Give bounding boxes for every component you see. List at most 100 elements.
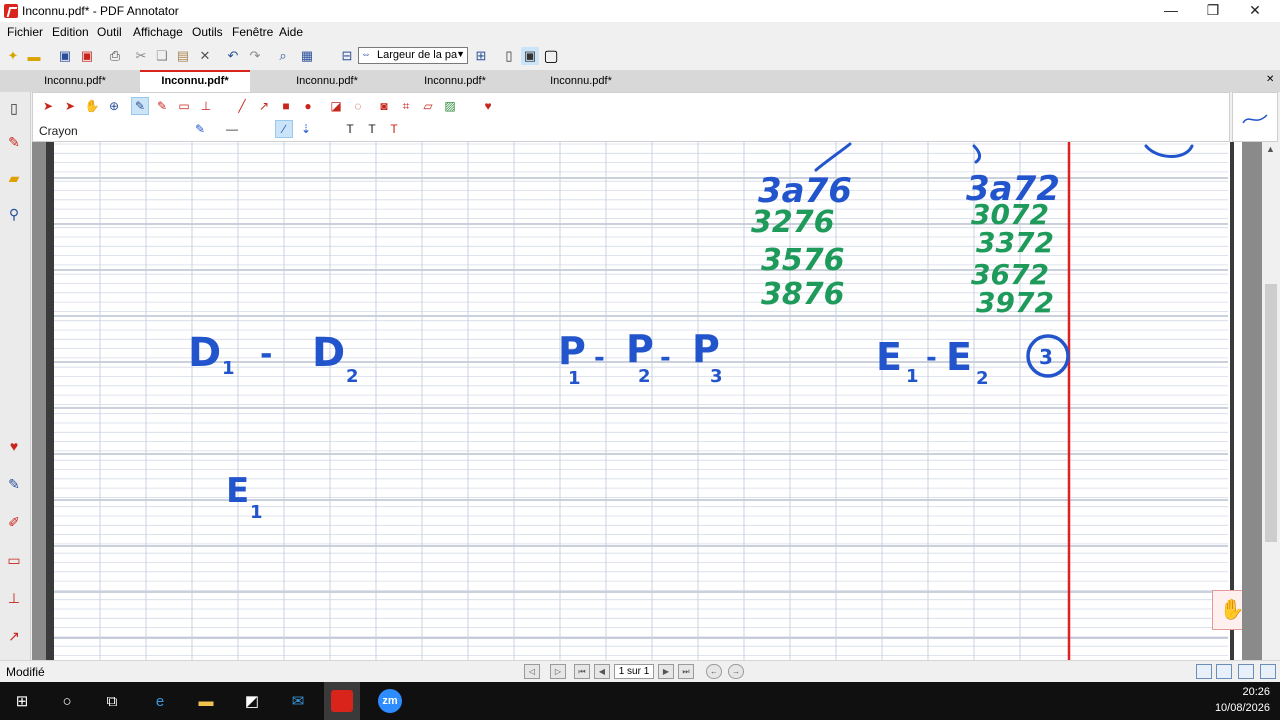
redo-icon[interactable]: ↷ bbox=[246, 47, 264, 65]
copy-icon[interactable]: ❏ bbox=[153, 47, 171, 65]
last-page-icon[interactable]: ⏭ bbox=[678, 664, 694, 679]
highlighter-tool-icon[interactable]: ✐ bbox=[4, 512, 24, 532]
tabs-scroll-right-icon[interactable]: ✕ bbox=[1266, 74, 1274, 85]
eraser-icon[interactable]: ◪ bbox=[327, 97, 345, 115]
zoom-app-icon[interactable]: zm bbox=[378, 689, 402, 713]
crop-icon[interactable]: ⌗ bbox=[397, 97, 415, 115]
hand-tool-overlay-icon[interactable]: ✋ bbox=[1212, 590, 1242, 630]
minimize-button[interactable]: — bbox=[1148, 0, 1194, 22]
mail-icon[interactable]: ✉ bbox=[286, 689, 310, 713]
close-button[interactable]: ✕ bbox=[1232, 0, 1278, 22]
delete-icon[interactable]: ✕ bbox=[196, 47, 214, 65]
scroll-up-icon[interactable]: ▲ bbox=[1266, 144, 1275, 154]
zoom-select[interactable]: ⇔ Largeur de la page ▼ bbox=[358, 47, 468, 64]
edge-browser-icon[interactable]: e bbox=[148, 689, 172, 713]
hand-tool-icon[interactable]: ✋ bbox=[83, 97, 101, 115]
pen-color-icon[interactable]: ✎ bbox=[191, 120, 209, 138]
find-icon[interactable]: ⌕ bbox=[274, 47, 292, 65]
marker-icon[interactable]: ✎ bbox=[153, 97, 171, 115]
arrow-icon[interactable]: ↗ bbox=[255, 97, 273, 115]
properties-icon[interactable]: ▦ bbox=[298, 47, 316, 65]
ink-subscript: 1 bbox=[906, 366, 919, 387]
lasso-icon[interactable]: ◌ bbox=[349, 97, 367, 115]
menu-outils[interactable]: Outils bbox=[192, 25, 223, 39]
pen-icon[interactable]: ✎ bbox=[131, 97, 149, 115]
stamp-tool-icon[interactable]: ⊥ bbox=[4, 588, 24, 608]
select-arrow-icon[interactable]: ➤ bbox=[39, 97, 57, 115]
cut-icon[interactable]: ✂ bbox=[132, 47, 150, 65]
annotations-panel-icon[interactable]: ✎ bbox=[4, 132, 24, 152]
arrow-tool-icon[interactable]: ↗ bbox=[4, 626, 24, 646]
zoom-in-icon[interactable]: ⊞ bbox=[472, 47, 490, 65]
tab-document-2[interactable]: Inconnu.pdf* bbox=[140, 70, 250, 94]
previous-page-icon[interactable]: ◀ bbox=[594, 664, 610, 679]
line-style-icon[interactable]: — bbox=[223, 120, 241, 138]
pen-tool-icon[interactable]: ✎ bbox=[4, 474, 24, 494]
vertical-scrollbar[interactable]: ▲ bbox=[1262, 142, 1280, 660]
smooth-stroke-icon[interactable]: ∕ bbox=[275, 120, 293, 138]
maximize-button[interactable]: ❐ bbox=[1190, 0, 1236, 22]
page-indicator[interactable]: 1 sur 1 bbox=[614, 664, 654, 679]
pdf-page[interactable]: 3a76 3a72 3276 3576 3876 3072 3372 3672 … bbox=[46, 142, 1242, 660]
task-view-icon[interactable]: ⧉ bbox=[100, 689, 124, 713]
new-document-icon[interactable]: ✦ bbox=[4, 47, 22, 65]
first-page-icon[interactable]: ⏮ bbox=[574, 664, 590, 679]
paste-icon[interactable]: ▤ bbox=[174, 47, 192, 65]
windows-start-icon[interactable]: ⊞ bbox=[10, 689, 34, 713]
scrollbar-thumb[interactable] bbox=[1265, 284, 1277, 542]
single-page-icon[interactable]: ▯ bbox=[500, 47, 518, 65]
attachments-panel-icon[interactable]: ⚲ bbox=[4, 204, 24, 224]
insert-image-icon[interactable]: ▨ bbox=[441, 97, 459, 115]
menu-fenetre[interactable]: Fenêtre bbox=[232, 25, 273, 39]
nav-forward-icon[interactable]: ▷ bbox=[550, 664, 566, 679]
tab-document-4[interactable]: Inconnu.pdf* bbox=[400, 72, 510, 92]
save-icon[interactable]: ▣ bbox=[56, 47, 74, 65]
view-single-icon[interactable] bbox=[1196, 664, 1212, 679]
text-field-icon[interactable]: ▭ bbox=[175, 97, 193, 115]
fullscreen-icon[interactable]: ▢ bbox=[542, 47, 560, 65]
rectangle-icon[interactable]: ■ bbox=[277, 97, 295, 115]
stamp-icon[interactable]: ⊥ bbox=[197, 97, 215, 115]
zoom-out-icon[interactable]: ⊟ bbox=[338, 47, 356, 65]
text-style-1-icon[interactable]: T bbox=[341, 120, 359, 138]
pressure-icon[interactable]: ⇣ bbox=[297, 120, 315, 138]
line-icon[interactable]: ╱ bbox=[233, 97, 251, 115]
file-explorer-icon[interactable]: ▬ bbox=[194, 689, 218, 713]
bookmarks-panel-icon[interactable]: ▰ bbox=[4, 168, 24, 188]
menu-fichier[interactable]: Fichier bbox=[7, 25, 43, 39]
undo-icon[interactable]: ↶ bbox=[224, 47, 242, 65]
history-forward-icon[interactable]: → bbox=[728, 664, 744, 679]
favorites-heart-icon[interactable]: ♥ bbox=[4, 436, 24, 456]
history-back-icon[interactable]: ← bbox=[706, 664, 722, 679]
tab-document-5[interactable]: Inconnu.pdf* bbox=[526, 72, 636, 92]
tab-document-3[interactable]: Inconnu.pdf* bbox=[272, 72, 382, 92]
search-circle-icon[interactable]: ○ bbox=[55, 689, 79, 713]
next-page-icon[interactable]: ▶ bbox=[658, 664, 674, 679]
ruler-icon[interactable]: ▱ bbox=[419, 97, 437, 115]
document-view[interactable]: 3a76 3a72 3276 3576 3876 3072 3372 3672 … bbox=[32, 142, 1262, 660]
text-box-tool-icon[interactable]: ▭ bbox=[4, 550, 24, 570]
pdf-annotator-taskbar-icon[interactable] bbox=[324, 682, 360, 720]
menu-aide[interactable]: Aide bbox=[279, 25, 303, 39]
store-icon[interactable]: ◩ bbox=[240, 689, 264, 713]
select-text-icon[interactable]: ➤ bbox=[61, 97, 79, 115]
print-icon[interactable]: ⎙ bbox=[106, 47, 124, 65]
ellipse-icon[interactable]: ● bbox=[299, 97, 317, 115]
pages-panel-icon[interactable]: ▯ bbox=[4, 98, 24, 118]
text-style-2-icon[interactable]: T bbox=[363, 120, 381, 138]
nav-back-icon[interactable]: ◁ bbox=[524, 664, 540, 679]
text-strike-icon[interactable]: T bbox=[385, 120, 403, 138]
menu-affichage[interactable]: Affichage bbox=[133, 25, 183, 39]
menu-edition[interactable]: Edition bbox=[52, 25, 89, 39]
camera-icon[interactable]: ◙ bbox=[375, 97, 393, 115]
view-continuous-icon[interactable] bbox=[1216, 664, 1232, 679]
menu-outil[interactable]: Outil bbox=[97, 25, 122, 39]
magnifier-icon[interactable]: ⊕ bbox=[105, 97, 123, 115]
view-grid-icon[interactable] bbox=[1260, 664, 1276, 679]
view-two-pages-icon[interactable] bbox=[1238, 664, 1254, 679]
tab-document-1[interactable]: Inconnu.pdf* bbox=[20, 72, 130, 92]
favorites-heart-icon[interactable]: ♥ bbox=[479, 97, 497, 115]
open-folder-icon[interactable]: ▬ bbox=[25, 47, 43, 65]
save-as-icon[interactable]: ▣ bbox=[78, 47, 96, 65]
fit-page-icon[interactable]: ▣ bbox=[521, 47, 539, 65]
